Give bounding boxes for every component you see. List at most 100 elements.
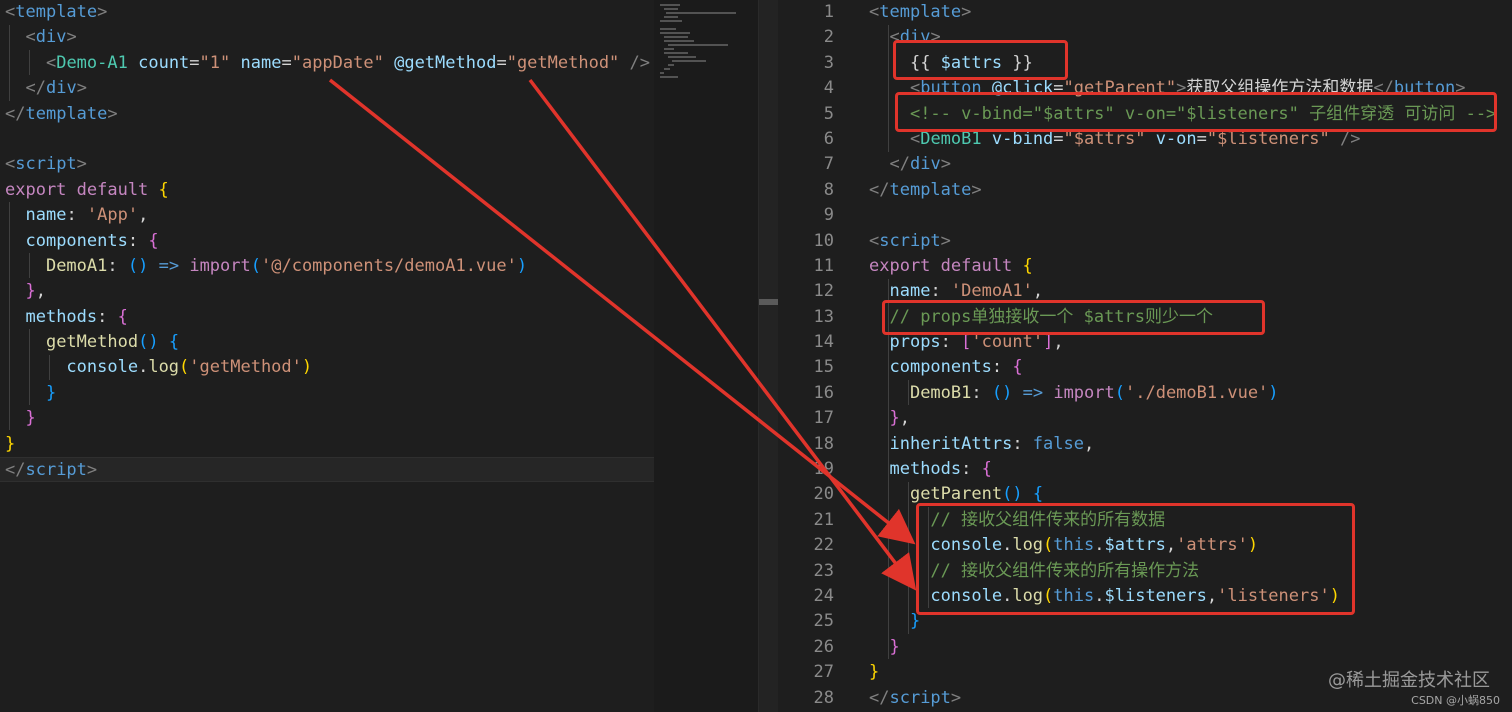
code-token: name <box>889 281 931 302</box>
code-line[interactable]: <script> <box>0 152 654 177</box>
line-text: } <box>869 635 900 660</box>
code-token: "getMethod" <box>506 52 620 73</box>
indent-guide <box>908 482 909 634</box>
code-token: script <box>879 230 941 251</box>
code-line[interactable]: export default { <box>0 178 654 203</box>
code-token: DemoA1 <box>45 255 108 276</box>
code-line[interactable]: </template> <box>0 102 654 127</box>
code-token: </ <box>5 460 26 481</box>
line-number: 26 <box>813 636 834 657</box>
code-token: div <box>45 78 77 99</box>
left-editor-pane[interactable]: <template> <div> <Demo-A1 count="1" name… <box>0 0 654 712</box>
line-number: 3 <box>823 52 834 73</box>
scrollbar-thumb[interactable] <box>759 299 778 305</box>
code-line[interactable]: </div> <box>0 76 654 101</box>
code-line[interactable]: <Demo-A1 count="1" name="appDate" @getMe… <box>0 51 654 76</box>
code-token: div <box>909 154 941 175</box>
code-line[interactable]: name: 'App', <box>0 203 654 228</box>
code-token: : <box>107 255 128 276</box>
left-code-area[interactable]: <template> <div> <Demo-A1 count="1" name… <box>0 0 654 483</box>
code-token: div <box>35 27 67 48</box>
indent-guide <box>9 202 10 430</box>
code-token: } <box>45 382 57 403</box>
code-line[interactable]: 8 </template> <box>778 178 1512 203</box>
minimap[interactable] <box>654 0 758 712</box>
line-text: }, <box>869 406 910 431</box>
line-number: 27 <box>813 662 834 683</box>
code-token: @getMethod <box>394 52 497 73</box>
code-token: "1" <box>199 52 231 73</box>
code-line[interactable]: getMethod() { <box>0 330 654 355</box>
code-line[interactable]: 10 <script> <box>778 229 1512 254</box>
code-token: : <box>127 230 149 251</box>
line-number: 6 <box>823 128 834 149</box>
code-line[interactable]: console.log('getMethod') <box>0 355 654 380</box>
line-number: 20 <box>813 484 834 505</box>
code-line[interactable]: 1 <template> <box>778 0 1512 25</box>
indent-guide <box>888 25 889 152</box>
code-token: methods <box>889 459 962 480</box>
code-token: script <box>889 687 951 708</box>
code-line[interactable]: components: { <box>0 229 654 254</box>
code-line[interactable]: DemoA1: () => import('@/components/demoA… <box>0 254 654 279</box>
code-line[interactable]: } <box>0 381 654 406</box>
code-token: template <box>879 2 962 22</box>
code-token: </ <box>5 103 26 124</box>
code-token: > <box>961 2 972 22</box>
code-token: : <box>97 306 118 327</box>
code-token: } <box>889 636 900 657</box>
code-token: </ <box>889 154 910 175</box>
code-token: > <box>107 103 118 124</box>
line-number: 16 <box>813 382 834 403</box>
indent-guide <box>49 355 50 380</box>
line-text: } <box>869 660 879 685</box>
line-number: 22 <box>813 535 834 556</box>
code-line[interactable]: 7 </div> <box>778 152 1512 177</box>
code-token: > <box>66 27 77 48</box>
code-token: < <box>25 27 36 48</box>
line-text: export default { <box>869 254 1033 279</box>
code-token: template <box>25 103 108 124</box>
code-token: > <box>950 687 962 708</box>
code-token: , <box>1083 433 1095 454</box>
code-token: template <box>889 179 972 200</box>
code-line[interactable]: 11 export default { <box>778 254 1512 279</box>
line-number: 11 <box>813 255 834 276</box>
code-token: > <box>940 230 951 251</box>
code-token: inheritAttrs <box>889 433 1013 454</box>
code-line[interactable] <box>0 127 654 152</box>
code-line[interactable]: } <box>0 432 654 457</box>
code-token: components <box>25 230 128 251</box>
indent-guide <box>9 25 10 101</box>
code-line[interactable]: <div> <box>0 25 654 50</box>
line-number: 10 <box>813 230 834 251</box>
code-line[interactable]: methods: { <box>0 305 654 330</box>
code-token: : <box>66 205 87 226</box>
code-line[interactable]: } <box>0 406 654 431</box>
code-token: false <box>1032 433 1084 454</box>
code-token: template <box>15 2 98 22</box>
code-token: , <box>1053 332 1064 353</box>
code-token: < <box>5 154 16 175</box>
code-line[interactable]: <template> <box>0 0 654 25</box>
code-token: < <box>869 2 880 22</box>
code-line[interactable]: }, <box>0 279 654 304</box>
code-line[interactable]: </script> <box>0 457 654 483</box>
code-line[interactable]: 9 <box>778 203 1512 228</box>
scrollbar-track[interactable] <box>758 0 778 712</box>
code-token: import <box>1053 382 1115 403</box>
code-token: </ <box>869 179 890 200</box>
code-token: } <box>25 281 36 302</box>
